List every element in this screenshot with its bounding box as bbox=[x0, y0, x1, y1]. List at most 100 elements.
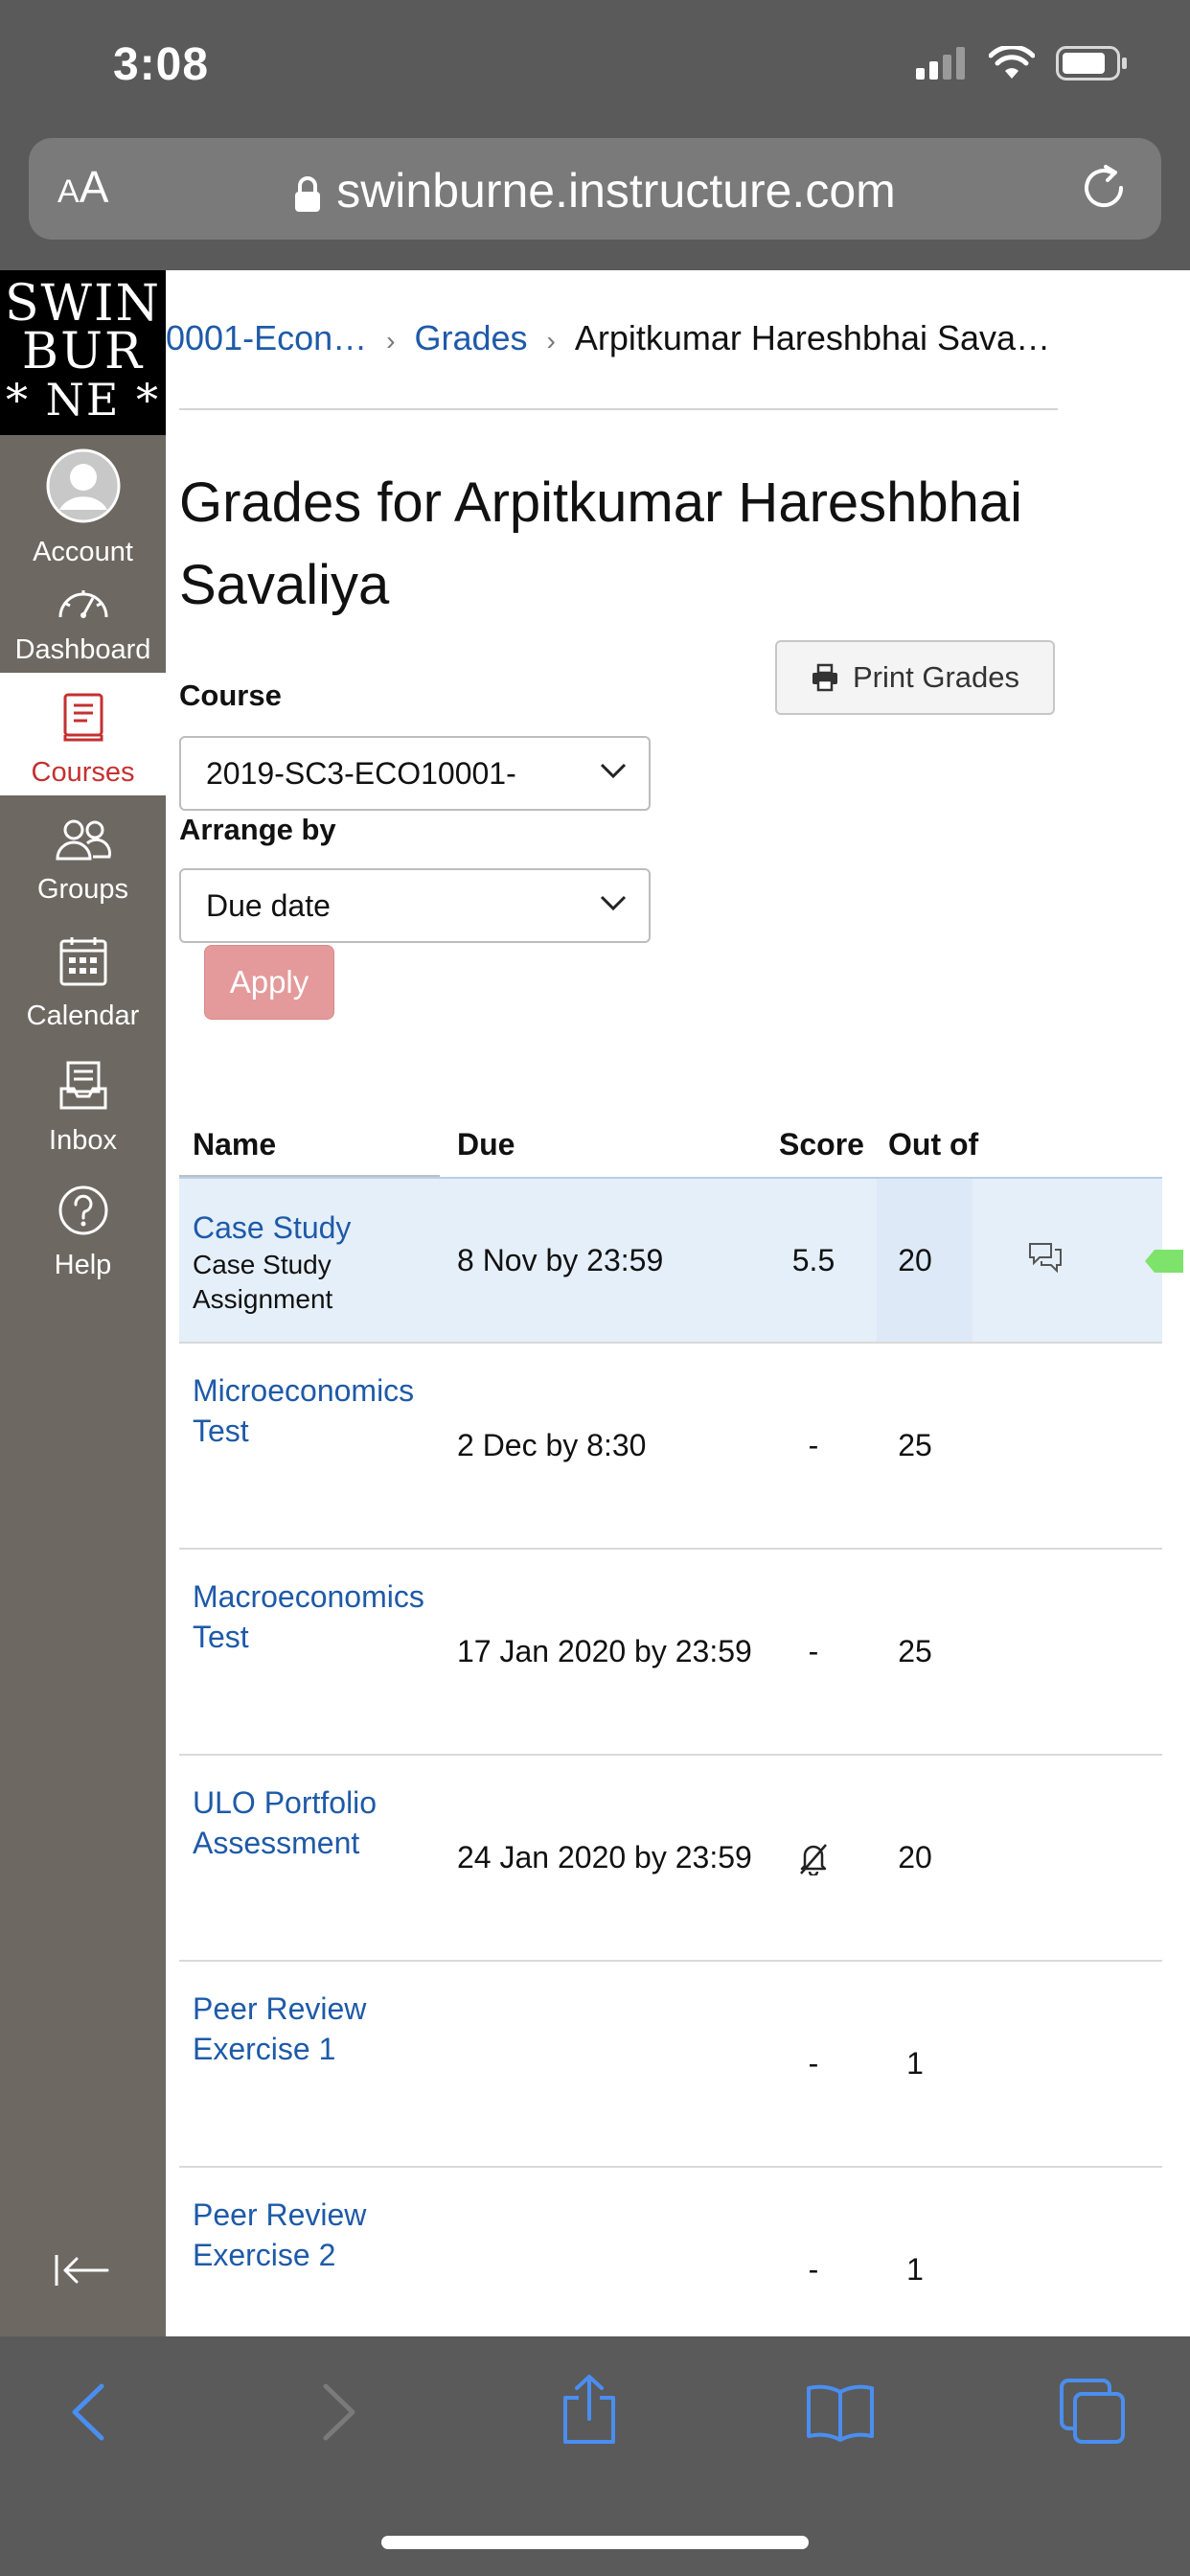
score: - bbox=[808, 1634, 819, 1668]
muted-notification-icon bbox=[800, 1843, 827, 1875]
assignment-name-cell: Peer Review Exercise 1 bbox=[193, 1989, 442, 2069]
wifi-icon bbox=[989, 46, 1035, 79]
course-select[interactable]: 2019-SC3-ECO10001- bbox=[179, 736, 651, 811]
lock-icon bbox=[295, 175, 321, 212]
printer-icon bbox=[812, 663, 837, 692]
out-of: 25 bbox=[898, 1634, 932, 1668]
chevron-down-icon bbox=[600, 763, 627, 779]
grades-table: Name Due Score Out of Case Study Case St… bbox=[179, 1114, 1183, 2336]
nav-item-calendar[interactable]: Calendar bbox=[0, 918, 166, 1043]
breadcrumb-grades-link[interactable]: Grades bbox=[414, 318, 527, 357]
collapse-nav-button[interactable] bbox=[54, 2251, 109, 2294]
swinburne-logo[interactable]: SWIN BUR * NE * bbox=[0, 270, 166, 435]
arrange-by-select[interactable]: Due date bbox=[179, 868, 651, 943]
global-nav-sidebar: SWIN BUR * NE * Account Dashboard Course… bbox=[0, 270, 166, 2336]
chevron-down-icon bbox=[600, 895, 627, 911]
nav-item-courses[interactable]: Courses bbox=[0, 673, 166, 795]
assignment-link[interactable]: Case Study bbox=[193, 1208, 442, 1248]
table-row[interactable]: Case Study Case Study Assignment 8 Nov b… bbox=[179, 1177, 1183, 1344]
score bbox=[766, 1756, 861, 1960]
due-date: 24 Jan 2020 by 23:59 bbox=[457, 1840, 752, 1874]
bookmarks-icon bbox=[807, 2384, 874, 2442]
assignment-link[interactable]: Macroeconomics Test bbox=[193, 1576, 442, 1657]
breadcrumb-course-link[interactable]: 0001-Econ… bbox=[166, 318, 367, 357]
nav-item-groups[interactable]: Groups bbox=[0, 795, 166, 918]
table-row[interactable]: Peer Review Exercise 1 - 1 bbox=[179, 1962, 1162, 2168]
out-of: 20 bbox=[898, 1840, 932, 1874]
cellular-signal-icon bbox=[916, 47, 965, 80]
reload-icon bbox=[1085, 165, 1124, 208]
dashboard-icon bbox=[58, 590, 107, 618]
nav-item-help[interactable]: Help bbox=[0, 1167, 166, 1292]
nav-item-dashboard[interactable]: Dashboard bbox=[0, 554, 166, 673]
collapse-arrow-icon bbox=[55, 2255, 109, 2286]
courses-icon bbox=[63, 693, 103, 742]
reload-button[interactable] bbox=[1077, 161, 1131, 219]
score: 5.5 bbox=[791, 1242, 835, 1277]
page-title: Grades for Arpitkumar Hareshbhai Savaliy… bbox=[179, 472, 1023, 616]
nav-item-inbox[interactable]: Inbox bbox=[0, 1043, 166, 1167]
header-out-of[interactable]: Out of bbox=[888, 1127, 978, 1162]
share-button[interactable] bbox=[560, 2373, 619, 2450]
table-row[interactable]: Peer Review Exercise 2 - 1 bbox=[179, 2168, 1162, 2336]
header-due[interactable]: Due bbox=[457, 1127, 515, 1162]
bookmarks-button[interactable] bbox=[805, 2382, 876, 2447]
assignment-name-cell: ULO Portfolio Assessment bbox=[193, 1782, 442, 1863]
forward-arrow-icon bbox=[323, 2383, 355, 2441]
help-icon bbox=[58, 1185, 107, 1235]
assignment-link[interactable]: Peer Review Exercise 2 bbox=[193, 2195, 442, 2275]
score: - bbox=[808, 2252, 819, 2287]
due-date: 8 Nov by 23:59 bbox=[457, 1242, 664, 1277]
breadcrumb: 0001-Econ… › Grades › Arpitkumar Hareshbhai … bbox=[166, 318, 1057, 358]
header-score[interactable]: Score bbox=[779, 1127, 864, 1162]
back-button[interactable] bbox=[67, 2382, 111, 2447]
assignment-name-cell: Peer Review Exercise 2 bbox=[193, 2195, 442, 2275]
score: - bbox=[808, 1428, 819, 1462]
table-row[interactable]: Macroeconomics Test 17 Jan 2020 by 23:59… bbox=[179, 1550, 1162, 1756]
out-of: 25 bbox=[898, 1428, 932, 1462]
out-of: 1 bbox=[906, 2252, 924, 2287]
tabs-button[interactable] bbox=[1058, 2377, 1127, 2450]
assignment-name-cell: Microeconomics Test bbox=[193, 1370, 442, 1451]
tabs-icon bbox=[1060, 2379, 1125, 2444]
main-content: 0001-Econ… › Grades › Arpitkumar Hareshbhai … bbox=[166, 270, 1190, 2336]
assignment-name-cell: Macroeconomics Test bbox=[193, 1576, 442, 1657]
table-header: Name Due Score Out of bbox=[179, 1114, 1176, 1177]
nav-item-account[interactable]: Account bbox=[0, 435, 166, 567]
course-label: Course bbox=[179, 678, 282, 712]
status-time: 3:08 bbox=[113, 39, 210, 90]
table-row[interactable]: ULO Portfolio Assessment 24 Jan 2020 by … bbox=[179, 1756, 1162, 1962]
score: - bbox=[808, 2046, 819, 2081]
breadcrumb-current: Arpitkumar Hareshbhai Sava… bbox=[574, 318, 1051, 357]
print-grades-button[interactable]: Print Grades bbox=[775, 640, 1055, 715]
home-indicator[interactable] bbox=[381, 2536, 809, 2549]
comment-icon bbox=[1029, 1243, 1062, 1274]
share-icon bbox=[563, 2375, 615, 2444]
arrange-by-label: Arrange by bbox=[179, 813, 336, 846]
assignment-link[interactable]: ULO Portfolio Assessment bbox=[193, 1782, 442, 1863]
back-arrow-icon bbox=[72, 2383, 104, 2441]
assignment-link[interactable]: Peer Review Exercise 1 bbox=[193, 1989, 442, 2069]
address-bar[interactable]: AA swinburne.instructure.com bbox=[29, 138, 1161, 240]
breadcrumb-separator-icon: › bbox=[546, 326, 556, 356]
assignment-group: Case Study Assignment bbox=[193, 1250, 333, 1314]
due-date: 2 Dec by 8:30 bbox=[457, 1428, 647, 1462]
url-display[interactable]: swinburne.instructure.com bbox=[29, 163, 1161, 218]
out-of: 20 bbox=[898, 1242, 932, 1277]
out-of: 1 bbox=[906, 2046, 924, 2081]
due-date: 17 Jan 2020 by 23:59 bbox=[457, 1634, 752, 1668]
table-row[interactable]: Microeconomics Test 2 Dec by 8:30 - 25 bbox=[179, 1344, 1162, 1550]
breadcrumb-separator-icon: › bbox=[386, 326, 396, 356]
groups-icon bbox=[55, 819, 111, 861]
inbox-icon bbox=[59, 1061, 106, 1110]
forward-button[interactable] bbox=[316, 2382, 360, 2447]
divider bbox=[179, 408, 1058, 410]
header-name[interactable]: Name bbox=[193, 1127, 276, 1162]
comments-button[interactable] bbox=[1028, 1242, 1063, 1277]
calendar-icon bbox=[59, 937, 106, 986]
assignment-link[interactable]: Microeconomics Test bbox=[193, 1370, 442, 1451]
browser-top-chrome: 3:08 AA swinburne.instructure.com bbox=[0, 0, 1190, 270]
battery-icon bbox=[1056, 46, 1127, 80]
account-icon bbox=[46, 448, 120, 523]
apply-button[interactable]: Apply bbox=[204, 945, 334, 1020]
